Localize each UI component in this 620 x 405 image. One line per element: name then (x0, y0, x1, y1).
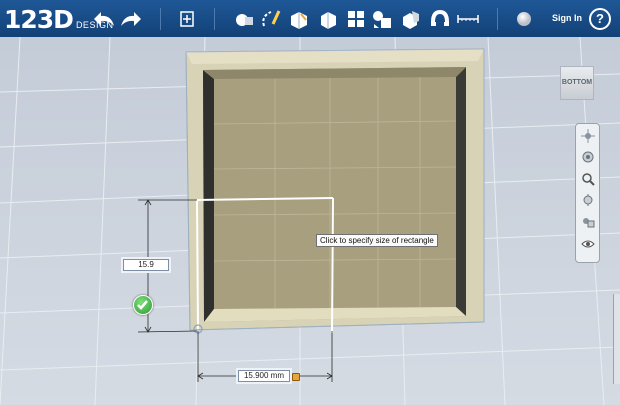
undo-icon[interactable] (92, 7, 116, 31)
main-toolbar: 123D DESIGN Sign In ? (0, 0, 620, 37)
material-icon[interactable] (512, 7, 536, 31)
grouping-icon[interactable] (370, 7, 394, 31)
logo-main: 123D (4, 5, 74, 34)
3d-viewport[interactable]: BOTTOM 15.9 Click to specify size of rec… (0, 37, 620, 405)
lock-icon[interactable] (292, 373, 300, 381)
fit-icon[interactable] (580, 192, 596, 208)
view-icon[interactable] (580, 214, 596, 230)
sign-in-link[interactable]: Sign In (552, 13, 582, 23)
measure-icon[interactable] (456, 7, 480, 31)
workplane-grid (0, 37, 620, 405)
box-model[interactable] (185, 48, 485, 331)
sketch-icon[interactable] (258, 7, 282, 31)
zoom-icon[interactable] (580, 171, 596, 187)
modify-icon[interactable] (316, 7, 340, 31)
orbit-icon[interactable] (580, 149, 596, 165)
confirm-check-icon[interactable] (133, 295, 153, 315)
transform-icon[interactable] (175, 7, 199, 31)
combine-icon[interactable] (399, 7, 423, 31)
pattern-icon[interactable] (344, 7, 368, 31)
viewcube[interactable]: BOTTOM (560, 66, 594, 100)
height-dimension-input[interactable]: 15.9 (123, 259, 169, 271)
side-panel-handle[interactable] (613, 294, 620, 384)
primitives-icon[interactable] (232, 7, 256, 31)
construct-icon[interactable] (286, 7, 310, 31)
viewcube-face-label: BOTTOM (561, 79, 593, 86)
help-button[interactable]: ? (589, 8, 611, 30)
tooltip: Click to specify size of rectangle (316, 234, 438, 247)
redo-icon[interactable] (119, 7, 143, 31)
visibility-icon[interactable] (580, 236, 596, 252)
pan-icon[interactable] (580, 128, 596, 144)
snap-icon[interactable] (427, 7, 451, 31)
navigation-bar (575, 123, 600, 263)
width-dimension-input[interactable]: 15.900 mm (238, 370, 290, 382)
